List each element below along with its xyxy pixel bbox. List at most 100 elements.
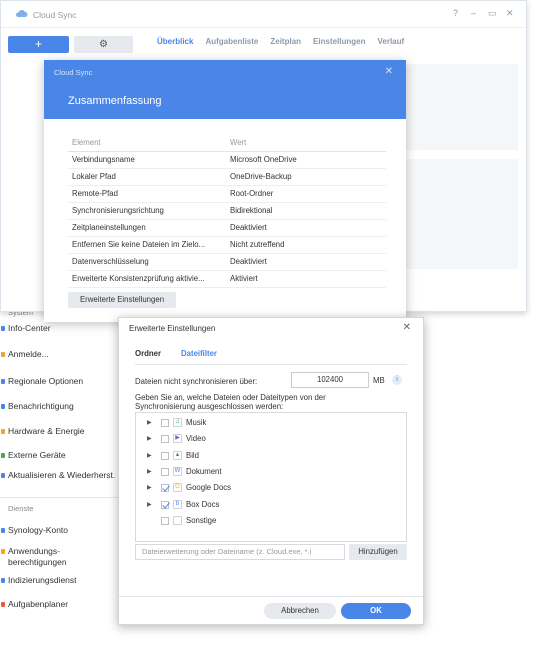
- row-value: Microsoft OneDrive: [230, 155, 297, 164]
- help-icon[interactable]: ?: [453, 8, 458, 18]
- sidebar-item-icon: [1, 549, 5, 554]
- file-type-tree: ▶ ♫ Musik ▶ ▶ Video ▶ ▲ Bild ▶ W Dokument ▶ G Google D…: [135, 412, 407, 542]
- sidebar-item[interactable]: Regionale Optionen: [0, 376, 118, 387]
- file-type-icon: [173, 515, 182, 525]
- file-type-checkbox[interactable]: [161, 435, 169, 444]
- ok-button[interactable]: OK: [341, 603, 411, 619]
- file-type-checkbox[interactable]: [161, 451, 169, 460]
- expand-arrow-icon[interactable]: ▶: [147, 480, 152, 496]
- row-key: Verbindungsname: [72, 155, 135, 164]
- add-filter-button[interactable]: Hinzufügen: [349, 544, 407, 560]
- settings-button[interactable]: ⚙: [74, 36, 133, 53]
- sidebar-item[interactable]: Aktualisieren & Wiederherst.: [0, 470, 118, 481]
- row-key: Erweiterte Konsistenzprüfung aktivie...: [72, 274, 205, 283]
- column-header-value: Wert: [230, 138, 247, 147]
- row-key: Lokaler Pfad: [72, 172, 116, 181]
- row-key: Datenverschlüsselung: [72, 257, 149, 266]
- file-type-row: Sonstige: [136, 513, 406, 529]
- gear-icon: ⚙: [99, 39, 108, 50]
- sidebar-item-label: Externe Geräte: [8, 450, 66, 460]
- file-type-icon: b: [173, 499, 182, 509]
- tab-task-list[interactable]: Aufgabenliste: [205, 37, 258, 46]
- advanced-settings-button[interactable]: Erweiterte Einstellungen: [68, 292, 176, 308]
- sidebar-item[interactable]: Aufgabenplaner: [0, 599, 118, 610]
- close-icon[interactable]: ✕: [403, 322, 411, 333]
- file-type-label: Video: [186, 434, 206, 444]
- summary-dialog: Cloud Sync ✕ Zusammenfassung Element Wer…: [44, 60, 406, 322]
- file-type-checkbox[interactable]: [161, 484, 169, 493]
- expand-arrow-icon[interactable]: ▶: [147, 431, 152, 447]
- section-services: Dienste: [8, 504, 34, 513]
- sidebar-item-label: Anmelde...: [8, 349, 49, 359]
- close-icon[interactable]: ✕: [506, 8, 514, 19]
- sidebar-item-icon: [1, 352, 5, 357]
- table-header: Element Wert: [68, 135, 386, 152]
- title-bar: Cloud Sync ? – ▭ ✕: [1, 1, 526, 28]
- add-connection-button[interactable]: +: [8, 36, 69, 53]
- close-icon[interactable]: ✕: [385, 66, 393, 77]
- sidebar-item-label: Synology-Konto: [8, 525, 69, 535]
- row-value: OneDrive-Backup: [230, 172, 292, 181]
- file-type-checkbox[interactable]: [161, 467, 169, 476]
- tab-file-filter[interactable]: Dateifilter: [181, 349, 217, 365]
- row-key: Synchronisierungsrichtung: [72, 206, 164, 215]
- max-size-label: Dateien nicht synchronisieren über:: [135, 377, 258, 386]
- sidebar-item[interactable]: Anwendungs-berechtigungen: [0, 546, 118, 568]
- file-type-icon: G: [173, 483, 182, 493]
- sidebar-item[interactable]: Benachrichtigung: [0, 401, 118, 412]
- dialog-title: Erweiterte Einstellungen: [129, 324, 216, 333]
- cloud-sync-logo-icon: [15, 10, 28, 17]
- sidebar-item[interactable]: Externe Geräte: [0, 450, 118, 461]
- file-type-label: Box Docs: [186, 499, 220, 509]
- file-type-checkbox[interactable]: [161, 500, 169, 509]
- main-tabs: Überblick Aufgabenliste Zeitplan Einstel…: [157, 37, 416, 46]
- overview-panel: [406, 159, 518, 269]
- minimize-icon[interactable]: –: [471, 8, 476, 18]
- maximize-icon[interactable]: ▭: [488, 8, 497, 19]
- cancel-button[interactable]: Abbrechen: [264, 603, 336, 619]
- sidebar-item[interactable]: Indizierungsdienst: [0, 575, 118, 586]
- sidebar-item[interactable]: Hardware & Energie: [0, 426, 118, 437]
- file-type-icon: ♫: [173, 418, 182, 427]
- summary-table: Element Wert Verbindungsname Microsoft On…: [68, 135, 386, 288]
- dialog-tabs: Ordner Dateifilter: [135, 349, 407, 365]
- dialog-header: Cloud Sync ✕ Zusammenfassung: [44, 60, 406, 119]
- file-type-label: Musik: [186, 418, 207, 427]
- sidebar-item[interactable]: Synology-Konto: [0, 525, 118, 536]
- sidebar-item[interactable]: Anmelde...: [0, 349, 118, 360]
- column-header-element: Element: [72, 138, 101, 147]
- sidebar-item-icon: [1, 404, 5, 409]
- tab-history[interactable]: Verlauf: [378, 37, 405, 46]
- file-type-label: Dokument: [186, 466, 222, 476]
- sidebar-item-label: Indizierungsdienst: [8, 575, 77, 585]
- row-key: Entfernen Sie keine Dateien im Zielo...: [72, 240, 206, 249]
- row-value: Root-Ordner: [230, 189, 274, 198]
- file-type-checkbox[interactable]: [161, 516, 169, 525]
- tab-schedule[interactable]: Zeitplan: [270, 37, 301, 46]
- sidebar-item-icon: [1, 528, 5, 533]
- file-type-icon: ▲: [173, 450, 182, 460]
- tab-settings[interactable]: Einstellungen: [313, 37, 365, 46]
- row-value: Deaktiviert: [230, 257, 267, 266]
- expand-arrow-icon[interactable]: ▶: [147, 464, 152, 480]
- max-size-input[interactable]: 102400: [291, 372, 369, 388]
- expand-arrow-icon[interactable]: ▶: [147, 448, 152, 464]
- size-unit-label: MB: [373, 376, 385, 385]
- table-row: Zeitplaneinstellungen Deaktiviert: [68, 220, 386, 237]
- sidebar-item[interactable]: Info-Center: [0, 323, 118, 334]
- file-type-label: Bild: [186, 450, 200, 460]
- file-type-checkbox[interactable]: [161, 419, 169, 427]
- row-value: Deaktiviert: [230, 223, 267, 232]
- row-value: Nicht zutreffend: [230, 240, 285, 249]
- exclude-label-line1: Geben Sie an, welche Dateien oder Dateit…: [135, 393, 326, 402]
- file-type-row: ▶ W Dokument: [136, 464, 406, 480]
- file-type-label: Google Docs: [186, 483, 232, 493]
- tab-overview[interactable]: Überblick: [157, 37, 193, 46]
- sidebar-item-icon: [1, 326, 5, 331]
- info-icon[interactable]: i: [392, 375, 402, 385]
- sidebar-item-icon: [1, 602, 5, 607]
- expand-arrow-icon[interactable]: ▶: [147, 415, 152, 431]
- tab-folder[interactable]: Ordner: [135, 349, 161, 365]
- expand-arrow-icon[interactable]: ▶: [147, 497, 152, 513]
- file-filter-input[interactable]: Dateierweiterung oder Dateiname (z. Clou…: [135, 544, 345, 560]
